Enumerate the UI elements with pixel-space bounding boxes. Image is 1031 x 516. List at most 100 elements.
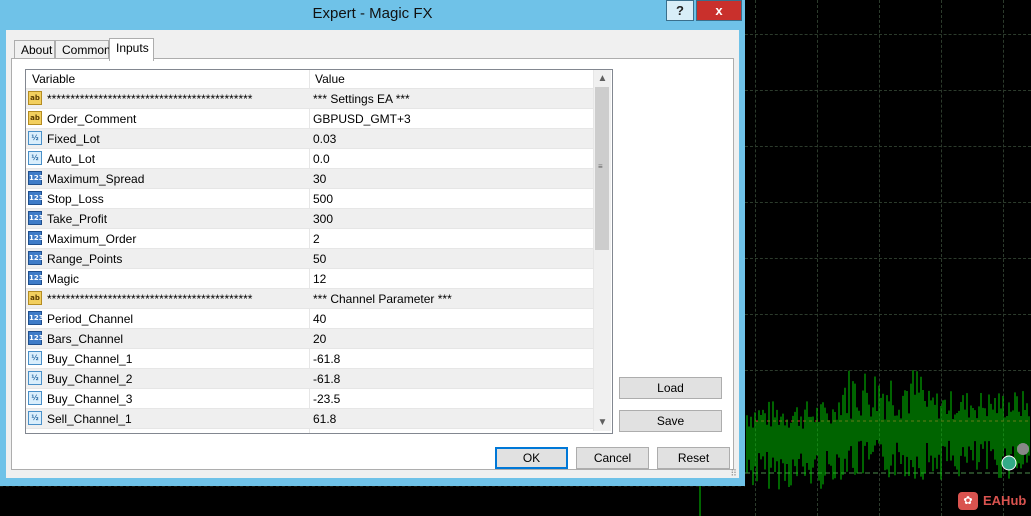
- variable-value[interactable]: 500: [313, 192, 333, 206]
- variable-name: Sell_Channel_1: [47, 412, 132, 426]
- variable-value[interactable]: 30: [313, 172, 326, 186]
- chart-bars: [745, 370, 1031, 490]
- variable-name: ****************************************…: [47, 92, 253, 106]
- variable-name: Order_Comment: [47, 112, 137, 126]
- integer-type-icon: 123: [28, 211, 44, 225]
- integer-type-icon: 123: [28, 231, 44, 245]
- variable-name: Fixed_Lot: [47, 132, 100, 146]
- variable-value[interactable]: 0.0: [313, 152, 330, 166]
- chart-bottom-strip: [0, 486, 745, 516]
- window-title: Expert - Magic FX: [312, 5, 433, 22]
- table-row[interactable]: 123 Stop_Loss 500: [26, 189, 593, 209]
- double-type-icon: ½: [28, 351, 42, 365]
- table-row[interactable]: 123 Take_Profit 300: [26, 209, 593, 229]
- variable-value[interactable]: *** Settings EA ***: [313, 92, 410, 106]
- help-button[interactable]: ?: [666, 0, 694, 21]
- price-chart: [745, 0, 1031, 516]
- variable-value[interactable]: GBPUSD_GMT+3: [313, 112, 411, 126]
- table-row[interactable]: 123 Maximum_Order 2: [26, 229, 593, 249]
- eahub-logo-icon: ✿: [958, 492, 978, 510]
- variable-name: Buy_Channel_2: [47, 372, 133, 386]
- inputs-table: Variable Value ab ***********************…: [25, 69, 613, 434]
- integer-type-icon: 123: [28, 271, 44, 285]
- table-row[interactable]: ab Order_Comment GBPUSD_GMT+3: [26, 109, 593, 129]
- variable-value[interactable]: *** Channel Parameter ***: [313, 292, 452, 306]
- variable-value[interactable]: -61.8: [313, 352, 340, 366]
- table-row[interactable]: 123 Period_Channel 40: [26, 309, 593, 329]
- table-row[interactable]: ab **************************************…: [26, 89, 593, 109]
- table-row[interactable]: 123 Range_Points 50: [26, 249, 593, 269]
- double-type-icon: ½: [28, 391, 42, 405]
- title-bar[interactable]: Expert - Magic FX ? x: [0, 0, 745, 28]
- save-button[interactable]: Save: [619, 410, 722, 432]
- variable-name: Maximum_Order: [47, 232, 137, 246]
- variable-name: Take_Profit: [47, 212, 108, 226]
- table-row[interactable]: 123 Bars_Channel 20: [26, 329, 593, 349]
- integer-type-icon: 123: [28, 311, 44, 325]
- integer-type-icon: 123: [28, 191, 44, 205]
- double-type-icon: ½: [28, 131, 42, 145]
- variable-value[interactable]: 20: [313, 332, 326, 346]
- string-type-icon: ab: [28, 91, 42, 105]
- variable-value[interactable]: 40: [313, 312, 326, 326]
- column-header-value[interactable]: Value: [315, 72, 345, 86]
- variable-name: Maximum_Spread: [47, 172, 145, 186]
- ok-button[interactable]: OK: [495, 447, 568, 469]
- tab-inputs[interactable]: Inputs: [109, 38, 154, 61]
- variable-name: Auto_Lot: [47, 152, 96, 166]
- expert-properties-dialog: Expert - Magic FX ? x About Common Input…: [0, 0, 745, 486]
- double-type-icon: ½: [28, 151, 42, 165]
- chart-marker-icon: [1017, 443, 1029, 455]
- chart-marker-icon-2: [1001, 455, 1017, 471]
- integer-type-icon: 123: [28, 331, 44, 345]
- close-button[interactable]: x: [696, 0, 742, 21]
- column-header-variable[interactable]: Variable: [32, 72, 75, 86]
- table-row[interactable]: ½ Fixed_Lot 0.03: [26, 129, 593, 149]
- watermark-text: EAHub: [983, 493, 1027, 508]
- variable-value[interactable]: 300: [313, 212, 333, 226]
- inputs-page: Variable Value ab ***********************…: [11, 58, 734, 470]
- variable-value[interactable]: -23.5: [313, 392, 340, 406]
- table-row[interactable]: ½ Auto_Lot 0.0: [26, 149, 593, 169]
- variable-name: Range_Points: [47, 252, 123, 266]
- table-row[interactable]: 123 Magic 12: [26, 269, 593, 289]
- variable-name: Period_Channel: [47, 312, 134, 326]
- dialog-body: About Common Inputs Variable Value ab ***…: [6, 30, 739, 478]
- double-type-icon: ½: [28, 371, 42, 385]
- scroll-thumb[interactable]: ≡: [595, 87, 609, 250]
- variable-name: Magic: [47, 272, 80, 286]
- table-row[interactable]: ½ Buy_Channel_3 -23.5: [26, 389, 593, 409]
- integer-type-icon: 123: [28, 251, 44, 265]
- string-type-icon: ab: [28, 291, 42, 305]
- variable-name: Bars_Channel: [47, 332, 124, 346]
- table-row[interactable]: ½ Buy_Channel_2 -61.8: [26, 369, 593, 389]
- table-rows: ab **************************************…: [26, 89, 593, 429]
- table-row[interactable]: ½ Sell_Channel_1 61.8: [26, 409, 593, 429]
- variable-value[interactable]: 50: [313, 252, 326, 266]
- variable-name: Buy_Channel_3: [47, 392, 133, 406]
- scroll-down-icon[interactable]: ▼: [594, 414, 611, 431]
- reset-button[interactable]: Reset: [657, 447, 730, 469]
- cancel-button[interactable]: Cancel: [576, 447, 649, 469]
- tab-common[interactable]: Common: [55, 40, 111, 59]
- variable-name: Buy_Channel_1: [47, 352, 133, 366]
- table-row[interactable]: ½ Buy_Channel_1 -61.8: [26, 349, 593, 369]
- variable-value[interactable]: 2: [313, 232, 320, 246]
- double-type-icon: ½: [28, 411, 42, 425]
- integer-type-icon: 123: [28, 171, 44, 185]
- scroll-up-icon[interactable]: ▲: [594, 70, 611, 87]
- variable-value[interactable]: 61.8: [313, 412, 336, 426]
- resize-grip-icon[interactable]: ⠿: [730, 469, 737, 478]
- table-row[interactable]: 123 Maximum_Spread 30: [26, 169, 593, 189]
- variable-value[interactable]: 12: [313, 272, 326, 286]
- string-type-icon: ab: [28, 111, 42, 125]
- table-row[interactable]: ab **************************************…: [26, 289, 593, 309]
- variable-value[interactable]: -61.8: [313, 372, 340, 386]
- variable-name: ****************************************…: [47, 292, 253, 306]
- load-button[interactable]: Load: [619, 377, 722, 399]
- tab-about[interactable]: About: [14, 40, 55, 59]
- variable-value[interactable]: 0.03: [313, 132, 336, 146]
- table-scrollbar[interactable]: ▲ ≡ ▼: [593, 70, 611, 431]
- eahub-watermark: ✿ EAHub: [958, 489, 1028, 513]
- variable-name: Stop_Loss: [47, 192, 104, 206]
